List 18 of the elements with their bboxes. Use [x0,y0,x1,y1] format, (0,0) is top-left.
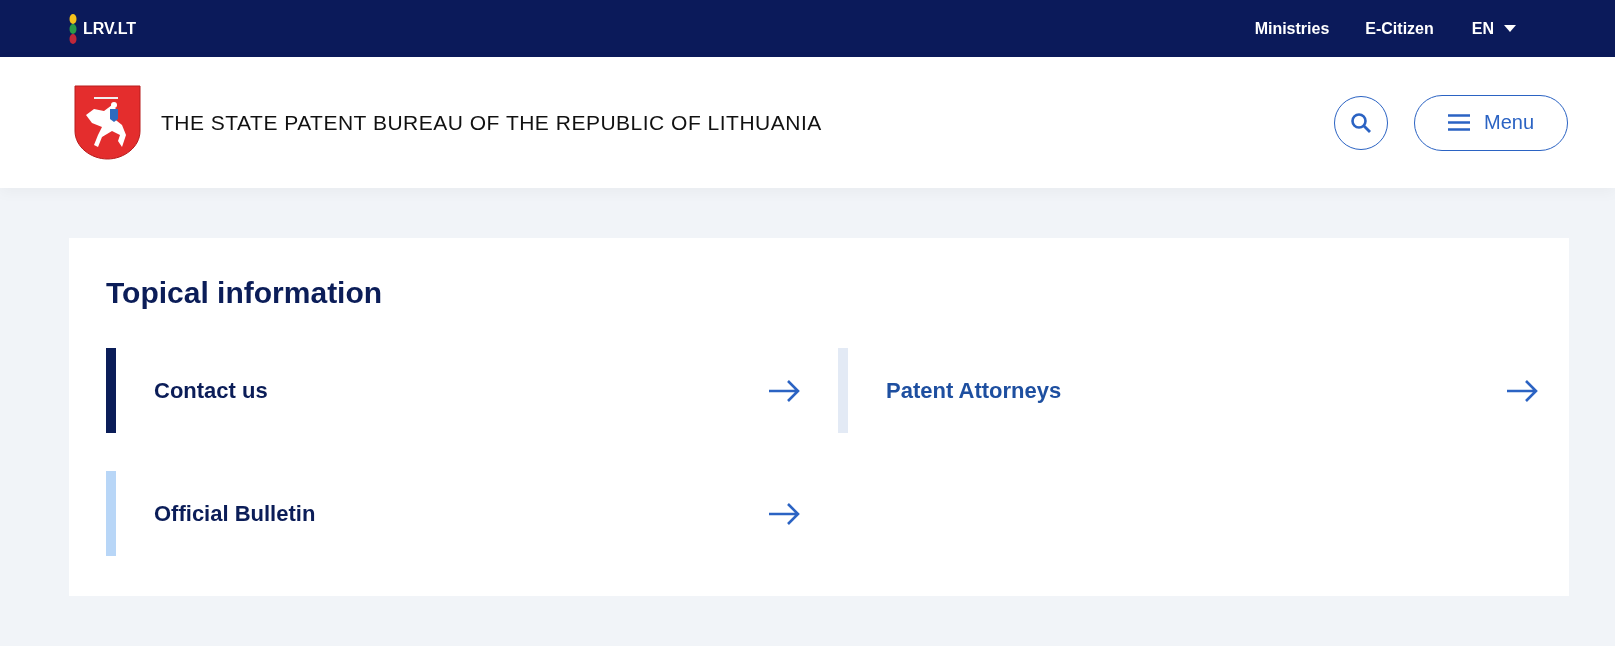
topic-link[interactable]: Official Bulletin [154,500,768,527]
site-logo[interactable]: LRV.LT [83,19,137,38]
topic-link[interactable]: Patent Attorneys [886,377,1506,404]
arrow-right-icon [1506,379,1538,402]
topic-link[interactable]: Contact us [154,377,768,404]
arrow-right-icon [768,502,800,525]
section-heading: Topical information [106,276,384,310]
arrow-right-icon [768,379,800,402]
language-selector[interactable]: EN [1471,19,1516,38]
caret-icon [1504,25,1516,32]
nav-link[interactable]: Ministries [1254,19,1330,38]
site-title[interactable]: THE STATE PATENT BUREAU OF THE REPUBLIC OF LITHUANIA [161,110,822,135]
nav-link[interactable]: E-Citizen [1365,19,1434,38]
search-icon [1350,111,1372,134]
menu-icon [1448,114,1470,131]
menu-button[interactable]: Menu [1414,94,1568,151]
logo-icon [69,13,77,44]
search-button[interactable] [1334,95,1388,150]
